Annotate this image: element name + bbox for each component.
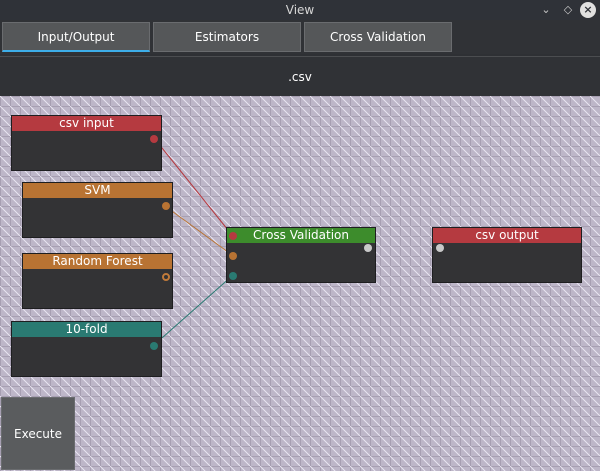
node-csv-input[interactable]: csv input xyxy=(11,115,162,171)
output-port[interactable] xyxy=(150,135,158,143)
file-type-bar[interactable]: .csv xyxy=(0,56,600,98)
node-csv-output[interactable]: csv output xyxy=(432,227,582,283)
tab-bar: Input/Output Estimators Cross Validation xyxy=(0,20,600,54)
node-title: Random Forest xyxy=(23,254,172,269)
output-port[interactable] xyxy=(364,244,372,252)
node-title: 10-fold xyxy=(12,322,161,337)
node-svm[interactable]: SVM xyxy=(22,182,173,238)
tab-cross-validation[interactable]: Cross Validation xyxy=(304,22,452,52)
tab-input-output[interactable]: Input/Output xyxy=(2,22,150,52)
input-port-data[interactable] xyxy=(229,232,237,240)
output-port[interactable] xyxy=(162,202,170,210)
node-10-fold[interactable]: 10-fold xyxy=(11,321,162,377)
chevron-down-icon[interactable]: ⌄ xyxy=(538,2,554,18)
restore-icon[interactable]: ◇ xyxy=(560,2,576,18)
input-port[interactable] xyxy=(436,244,444,252)
input-port-estimator[interactable] xyxy=(229,252,237,260)
node-cross-validation[interactable]: Cross Validation xyxy=(226,227,376,283)
input-port-fold[interactable] xyxy=(229,272,237,280)
window-titlebar: View ⌄ ◇ × xyxy=(0,0,600,20)
window-title: View xyxy=(285,3,315,17)
output-port[interactable] xyxy=(150,342,158,350)
output-port[interactable] xyxy=(162,273,170,281)
execute-button[interactable]: Execute xyxy=(1,397,75,470)
node-title: csv input xyxy=(12,116,161,131)
node-random-forest[interactable]: Random Forest xyxy=(22,253,173,309)
node-title: SVM xyxy=(23,183,172,198)
node-title: csv output xyxy=(433,228,581,243)
node-graph-canvas[interactable]: csv input SVM Random Forest 10-fold Cros… xyxy=(0,96,600,471)
wire-svm-to-cv xyxy=(164,205,233,256)
close-icon[interactable]: × xyxy=(580,2,596,18)
node-title: Cross Validation xyxy=(227,228,375,243)
tab-estimators[interactable]: Estimators xyxy=(153,22,301,52)
